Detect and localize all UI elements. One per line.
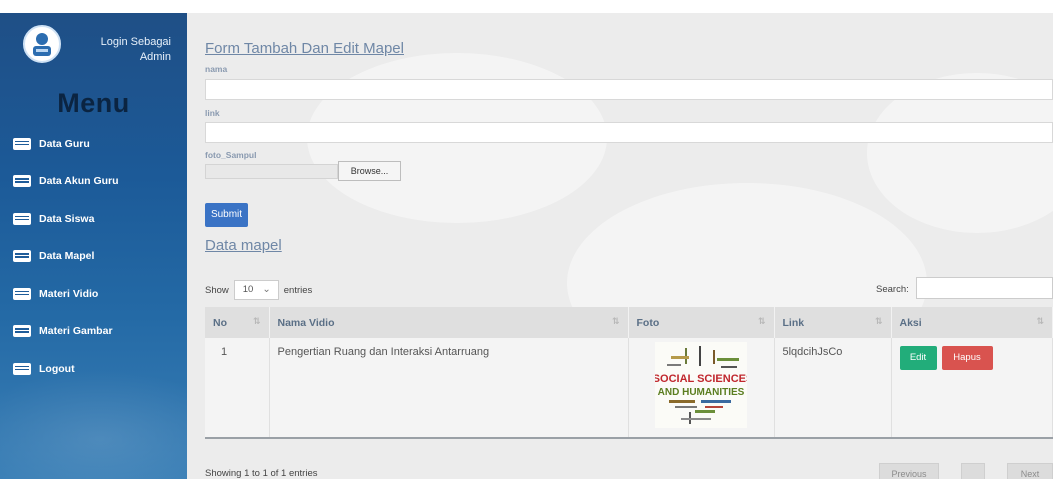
- table-header-row: No ⇅ Nama Vidio ⇅ Foto ⇅ Link ⇅ Aksi ⇅: [205, 307, 1053, 338]
- hapus-button[interactable]: Hapus: [941, 346, 993, 370]
- main-content: Form Tambah Dan Edit Mapel nama link fot…: [187, 13, 1053, 479]
- next-button[interactable]: Next: [1007, 463, 1053, 479]
- menu-title: Menu: [57, 88, 130, 118]
- list-icon: [13, 250, 31, 263]
- table-info: Showing 1 to 1 of 1 entries: [205, 468, 318, 479]
- sidebar-nav: Data Guru Data Akun Guru Data Siswa Data…: [0, 125, 187, 388]
- sort-icon: ⇅: [757, 316, 766, 326]
- column-header-nama-vidio[interactable]: Nama Vidio ⇅: [269, 307, 629, 338]
- previous-button[interactable]: Previous: [879, 463, 939, 479]
- sidebar-item-data-guru[interactable]: Data Guru: [0, 125, 187, 163]
- profile: Login Sebagai Admin: [23, 25, 173, 71]
- link-label: link: [205, 108, 220, 118]
- word-cloud-image-icon: SOCIAL SCIENCES AND HUMANITIES: [655, 342, 747, 428]
- sort-icon: ⇅: [1036, 316, 1044, 326]
- link-input[interactable]: [205, 122, 1053, 143]
- column-header-link[interactable]: Link ⇅: [774, 307, 892, 338]
- nama-label: nama: [205, 64, 228, 74]
- data-table: No ⇅ Nama Vidio ⇅ Foto ⇅ Link ⇅ Aksi ⇅ 1…: [205, 307, 1053, 439]
- login-role-value: Admin: [139, 51, 171, 63]
- file-name-field[interactable]: [205, 164, 338, 179]
- cell-no: 1: [205, 338, 270, 439]
- list-icon: [13, 362, 31, 375]
- sidebar-item-label: Materi Gambar: [39, 325, 113, 338]
- cell-aksi: Edit Hapus: [891, 338, 1053, 439]
- submit-button[interactable]: Submit: [205, 203, 248, 227]
- sidebar-item-label: Data Akun Guru: [39, 175, 119, 188]
- column-header-no[interactable]: No ⇅: [205, 307, 270, 338]
- table-title: Data mapel: [205, 237, 282, 254]
- sidebar-item-label: Data Guru: [39, 137, 90, 150]
- list-icon: [13, 175, 31, 188]
- sidebar-item-data-siswa[interactable]: Data Siswa: [0, 200, 187, 238]
- list-icon: [13, 325, 31, 338]
- list-icon: [13, 137, 31, 150]
- column-header-foto[interactable]: Foto ⇅: [628, 307, 775, 338]
- sidebar-item-label: Materi Vidio: [39, 287, 99, 300]
- sort-icon: ⇅: [874, 316, 883, 326]
- entries-select-value: 10: [242, 284, 254, 295]
- form-title: Form Tambah Dan Edit Mapel: [205, 40, 404, 57]
- sidebar-item-data-akun-guru[interactable]: Data Akun Guru: [0, 163, 187, 201]
- cell-link: 5lqdcihJsCo: [774, 338, 892, 439]
- search-input[interactable]: [916, 277, 1053, 299]
- browse-button[interactable]: Browse...: [338, 161, 401, 181]
- login-info: Login Sebagai Admin: [71, 35, 171, 65]
- nama-input[interactable]: [205, 79, 1053, 100]
- sidebar: Login Sebagai Admin Menu Data Guru Data …: [0, 13, 187, 479]
- list-icon: [13, 212, 31, 225]
- edit-button[interactable]: Edit: [899, 346, 937, 370]
- column-header-aksi[interactable]: Aksi ⇅: [891, 307, 1053, 338]
- sort-icon: ⇅: [252, 316, 261, 326]
- cell-foto: SOCIAL SCIENCES AND HUMANITIES: [628, 338, 775, 439]
- search-label: Search:: [876, 284, 909, 295]
- login-role-label: Login Sebagai: [100, 36, 171, 48]
- sidebar-item-label: Logout: [39, 362, 75, 375]
- svg-text:AND HUMANITIES: AND HUMANITIES: [658, 387, 745, 398]
- sidebar-item-label: Data Siswa: [39, 212, 95, 225]
- sidebar-item-materi-gambar[interactable]: Materi Gambar: [0, 313, 187, 351]
- entries-label: entries: [283, 284, 313, 296]
- sort-icon: ⇅: [611, 316, 620, 326]
- length-control: Show 10 ⌄ entries: [205, 280, 312, 300]
- list-icon: [13, 287, 31, 300]
- cover-thumbnail: SOCIAL SCIENCES AND HUMANITIES: [655, 342, 747, 428]
- foto-sampul-label: foto_Sampul: [205, 150, 257, 160]
- show-label: Show: [205, 284, 229, 296]
- entries-select[interactable]: 10 ⌄: [233, 280, 279, 300]
- top-strip: [0, 0, 1053, 13]
- table-row: 1 Pengertian Ruang dan Interaksi Antarru…: [205, 338, 1053, 439]
- avatar: [23, 25, 61, 63]
- svg-text:SOCIAL SCIENCES: SOCIAL SCIENCES: [655, 373, 747, 385]
- page-1-button[interactable]: 1: [961, 463, 985, 479]
- sidebar-item-logout[interactable]: Logout: [0, 350, 187, 388]
- sidebar-item-label: Data Mapel: [39, 250, 95, 263]
- chevron-down-icon: ⌄: [262, 284, 271, 295]
- sidebar-item-data-mapel[interactable]: Data Mapel: [0, 238, 187, 276]
- admin-avatar-icon: [26, 28, 58, 60]
- sidebar-item-materi-vidio[interactable]: Materi Vidio: [0, 275, 187, 313]
- cell-nama-vidio: Pengertian Ruang dan Interaksi Antarruan…: [269, 338, 629, 439]
